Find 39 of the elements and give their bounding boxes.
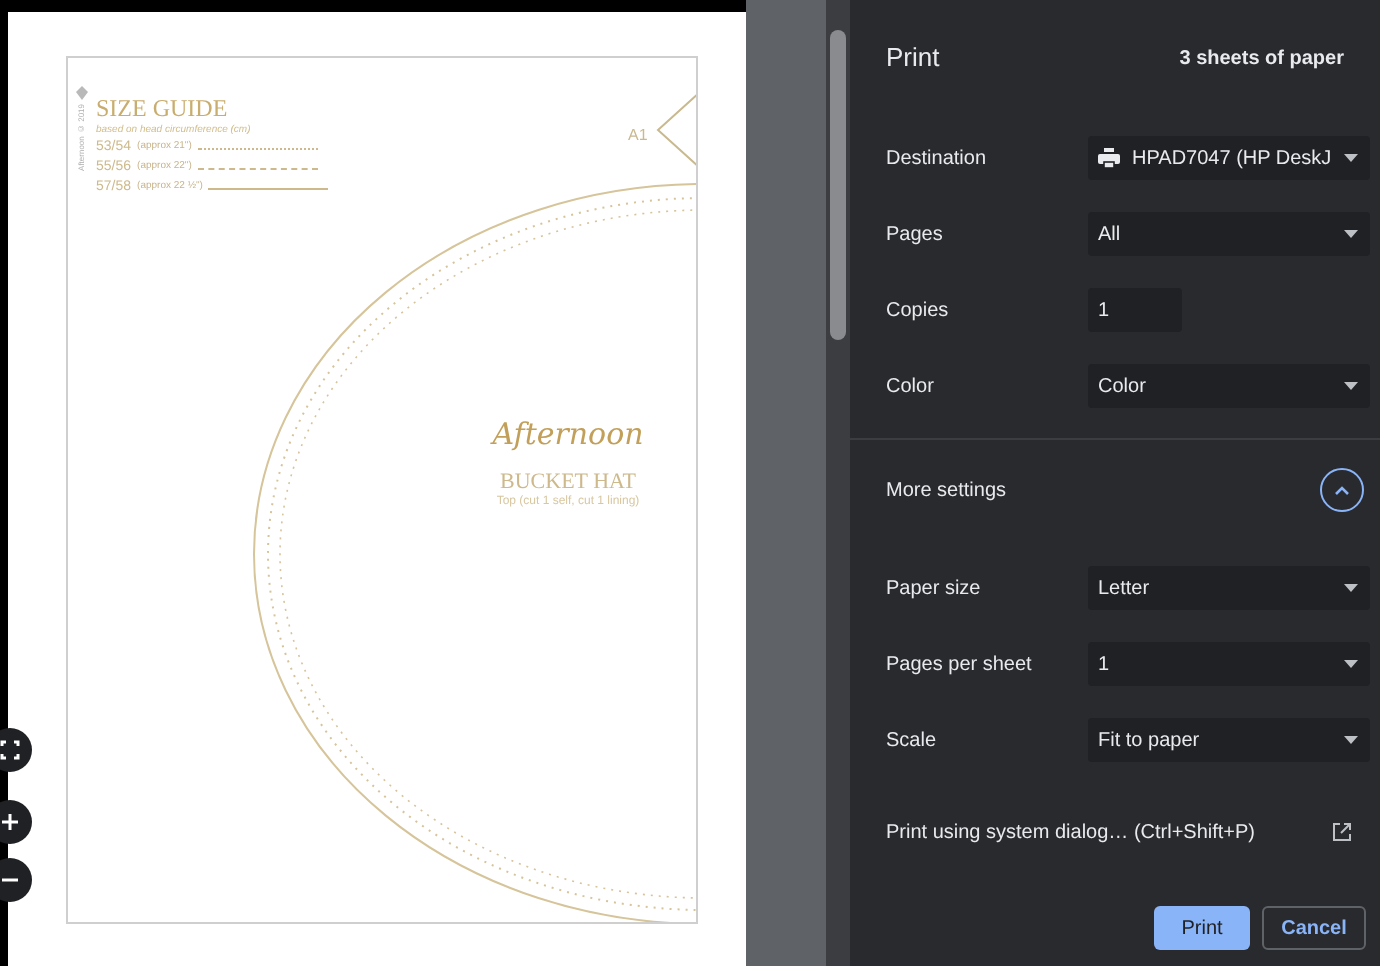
size-line xyxy=(197,147,318,149)
setting-dropdown[interactable]: Letter xyxy=(1088,566,1370,610)
setting-dropdown[interactable]: Color xyxy=(1088,364,1370,408)
dropdown-arrow-icon xyxy=(1344,736,1358,744)
setting-dropdown[interactable]: HPAD7047 (HP DeskJ xyxy=(1088,136,1370,180)
setting-label: Copies xyxy=(886,297,951,325)
scrollbar[interactable] xyxy=(826,0,850,966)
size-guide-title: SIZE GUIDE xyxy=(96,94,230,122)
dropdown-arrow-icon xyxy=(1344,584,1358,592)
external-link-icon xyxy=(1332,822,1352,842)
setting-label: Pages per sheet xyxy=(886,651,1034,679)
pattern-name: BUCKET HAT xyxy=(500,470,636,494)
system-dialog-link[interactable]: Print using system dialog… (Ctrl+Shift+P) xyxy=(886,817,1256,847)
printer-icon xyxy=(1098,148,1120,168)
setting-label: Color xyxy=(886,373,936,401)
sheet-count: 3 sheets of paper xyxy=(1179,45,1344,73)
setting-dropdown[interactable]: 1 xyxy=(1088,642,1370,686)
copies-field[interactable]: 1 xyxy=(1088,288,1182,332)
brand-logo: Afternoon xyxy=(492,414,644,454)
setting-label: Paper size xyxy=(886,575,983,603)
dropdown-arrow-icon xyxy=(1344,230,1358,238)
print-button[interactable]: Print xyxy=(1154,906,1250,950)
size-line xyxy=(208,187,329,189)
setting-dropdown[interactable]: All xyxy=(1088,212,1370,256)
dropdown-arrow-icon xyxy=(1344,382,1358,390)
setting-dropdown[interactable]: Fit to paper xyxy=(1088,718,1370,762)
chevron-up-icon xyxy=(1334,484,1350,496)
piece-label: A1 xyxy=(628,124,648,148)
size-line xyxy=(197,167,318,169)
dropdown-arrow-icon xyxy=(1344,154,1358,162)
cancel-button[interactable]: Cancel xyxy=(1262,906,1366,950)
notch-marker-icon xyxy=(654,90,696,170)
setting-label: Scale xyxy=(886,727,939,755)
more-settings-label: More settings xyxy=(886,477,1007,505)
setting-label: Pages xyxy=(886,221,945,249)
collapse-button[interactable] xyxy=(1320,468,1364,512)
setting-label: Destination xyxy=(886,145,989,173)
print-title: Print xyxy=(886,40,940,77)
dropdown-arrow-icon xyxy=(1344,660,1358,668)
